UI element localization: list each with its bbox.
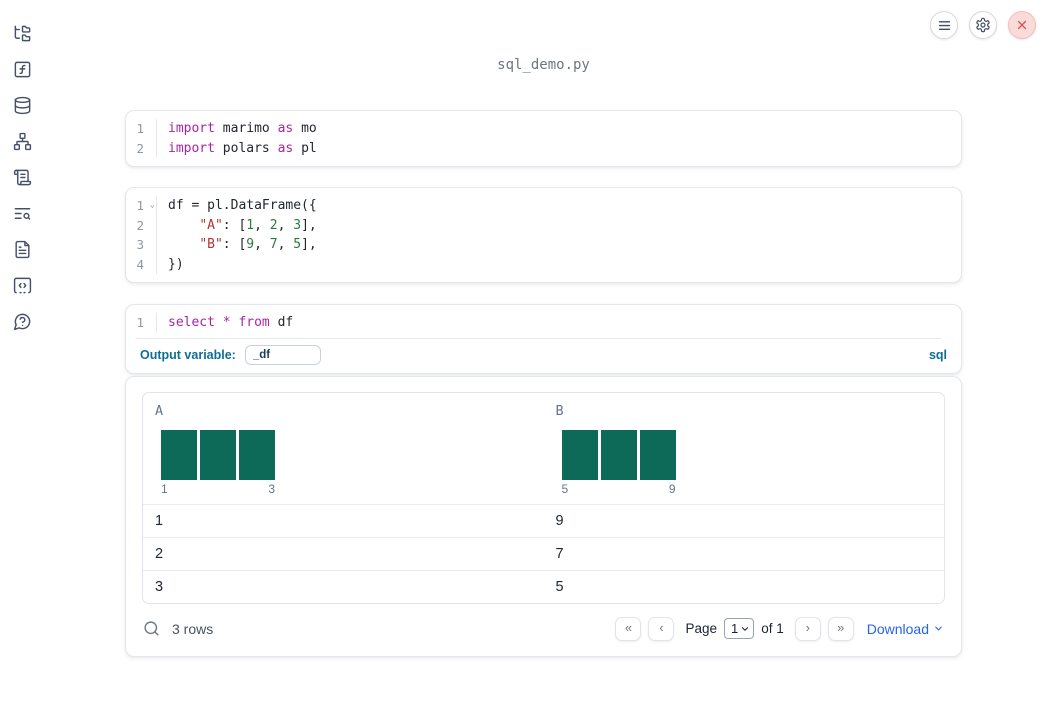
gear-icon	[975, 17, 991, 33]
histogram-labels: 13	[161, 481, 275, 496]
line-number: 3	[136, 237, 144, 252]
code-line: 2 "A": [1, 2, 3],	[126, 215, 961, 235]
line-number: 2	[136, 140, 144, 156]
code-editor[interactable]: 1 ⌄ df = pl.DataFrame({2 "A": [1, 2, 3], 3 …	[126, 188, 961, 282]
database-icon[interactable]	[12, 95, 32, 115]
page-select[interactable]: 1	[723, 618, 755, 639]
table-row: 27	[143, 536, 944, 570]
histogram	[161, 429, 275, 480]
pagination: « ‹ Page 1 of 1 › »	[615, 616, 854, 641]
output-variable-row: Output variable: sql	[126, 339, 961, 373]
chevron-down-icon	[933, 623, 944, 634]
histogram-bar	[161, 429, 197, 480]
menu-button[interactable]	[930, 11, 958, 39]
column-name: A	[155, 402, 164, 419]
dataframe-table: A13B59 192735	[142, 391, 945, 604]
download-button[interactable]: Download	[867, 621, 944, 637]
code-cell-imports[interactable]: 1 import marimo as mo 2 import polars as pl	[125, 110, 962, 167]
histogram-labels: 59	[561, 481, 676, 496]
code-cell-dataframe[interactable]: 1 ⌄ df = pl.DataFrame({2 "A": [1, 2, 3], 3 …	[125, 187, 962, 283]
cell-output: A13B59 192735 3 rows « ‹ Page 1 of 1 › »…	[125, 375, 962, 657]
table-row: 19	[143, 503, 944, 537]
line-number: 4	[136, 256, 144, 272]
network-icon[interactable]	[12, 131, 32, 151]
line-number: 1	[136, 121, 144, 136]
code-editor[interactable]: 1 import marimo as mo 2 import polars as pl	[126, 111, 961, 166]
text-search-icon[interactable]	[12, 203, 32, 223]
row-count: 3 rows	[172, 620, 214, 637]
folder-tree-icon[interactable]	[12, 23, 32, 43]
shutdown-button[interactable]	[1008, 11, 1036, 39]
table-footer: 3 rows « ‹ Page 1 of 1 › » Download	[142, 604, 945, 656]
code-line: 4})	[126, 254, 961, 274]
next-page-button[interactable]: ›	[794, 616, 821, 641]
table-row: 35	[143, 569, 944, 603]
download-label: Download	[866, 620, 929, 637]
output-variable-label: Output variable:	[140, 347, 236, 362]
scroll-text-icon[interactable]	[12, 167, 32, 187]
file-text-icon[interactable]	[12, 239, 32, 259]
table-body: 192735	[143, 503, 944, 603]
column-header[interactable]: A 13	[143, 393, 544, 504]
code-editor[interactable]: 1 select * from df	[126, 305, 961, 333]
page-label: Page	[685, 621, 717, 636]
code-line: 1 select * from df	[126, 313, 961, 333]
line-number: 1 ⌄	[126, 196, 156, 216]
chevron-down-icon	[740, 624, 750, 634]
help-bubble-icon[interactable]	[12, 311, 32, 331]
table-cell: 3	[155, 578, 164, 595]
histogram-bar	[561, 429, 598, 480]
notebook-filename: sql_demo.py	[497, 57, 590, 73]
table-cell: 9	[555, 512, 564, 529]
column-name: B	[555, 402, 564, 419]
code-line: 1 ⌄ df = pl.DataFrame({	[126, 196, 961, 216]
sidebar	[0, 0, 44, 713]
search-button[interactable]	[143, 620, 161, 638]
page-of-label: of 1	[761, 621, 784, 636]
code-line: 3 "B": [9, 7, 5],	[126, 235, 961, 255]
close-icon	[1015, 18, 1029, 32]
topbar	[930, 11, 1036, 39]
histogram-bar	[600, 429, 637, 480]
output-variable-input[interactable]	[244, 344, 321, 365]
last-page-button[interactable]: »	[827, 616, 854, 641]
search-icon	[143, 620, 161, 637]
table-cell: 1	[155, 512, 164, 529]
settings-button[interactable]	[969, 11, 997, 39]
line-number: 2	[136, 217, 144, 233]
code-line: 2 import polars as pl	[126, 138, 961, 158]
table-cell: 2	[155, 545, 164, 562]
code-line: 1 import marimo as mo	[126, 119, 961, 139]
line-number: 1	[136, 315, 144, 330]
table-cell: 5	[555, 578, 564, 595]
first-page-button[interactable]: «	[615, 616, 642, 641]
hamburger-icon	[937, 18, 952, 33]
histogram-bar	[200, 429, 236, 480]
table-header: A 13 B 59	[143, 393, 944, 504]
column-header[interactable]: B 59	[544, 393, 945, 504]
histogram-bar	[239, 429, 275, 480]
notebook-main: sql_demo.py 1 import marimo as mo 2 import …	[44, 0, 1043, 657]
table-cell: 7	[555, 545, 564, 562]
sql-cell[interactable]: 1select * from df Output variable: sql	[125, 304, 962, 374]
histogram	[561, 429, 676, 480]
fold-chevron-icon[interactable]: ⌄	[150, 196, 155, 216]
function-square-icon[interactable]	[12, 59, 32, 79]
histogram-bar	[639, 429, 676, 480]
prev-page-button[interactable]: ‹	[648, 616, 675, 641]
code-square-icon[interactable]	[12, 275, 32, 295]
language-badge[interactable]: sql	[929, 348, 947, 362]
